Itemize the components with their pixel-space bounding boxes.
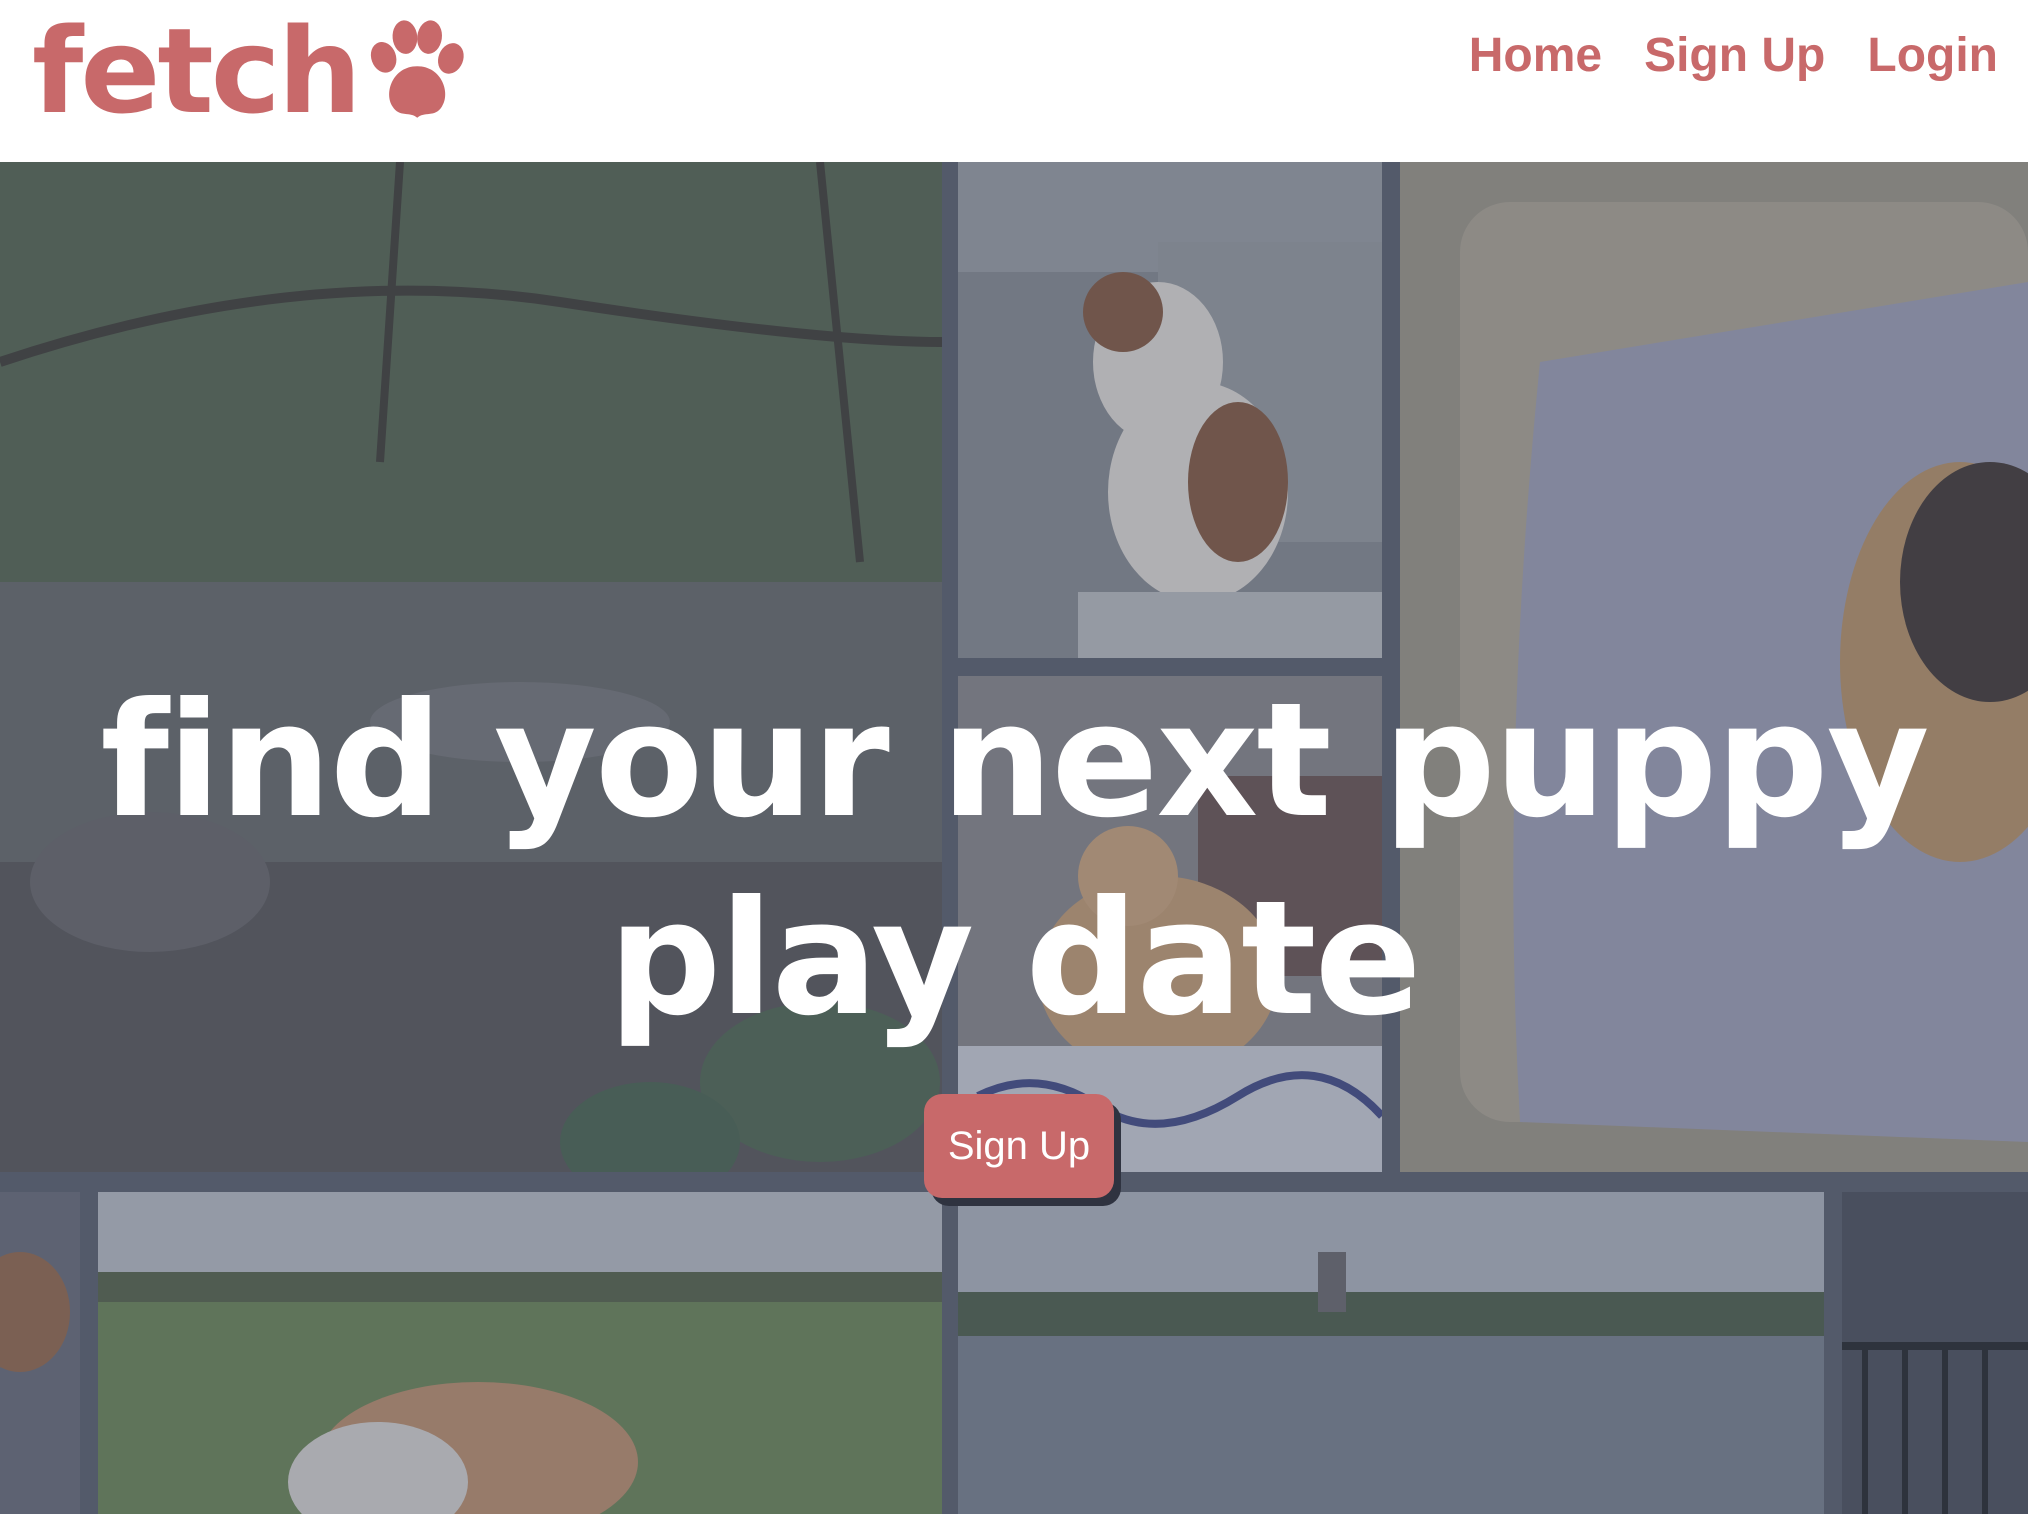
- nav-signup-link[interactable]: Sign Up: [1644, 28, 1825, 83]
- paw-icon: [370, 20, 464, 118]
- main-nav: Home Sign Up Login: [1469, 28, 1998, 83]
- signup-button[interactable]: Sign Up: [924, 1094, 1114, 1198]
- site-header: fetch Home Sign Up Login: [0, 0, 2028, 162]
- logo-text: fetch: [32, 2, 362, 140]
- hero-headline: find your next puppy play date: [0, 662, 2028, 1058]
- hero-headline-line1: find your next puppy: [100, 669, 1929, 853]
- nav-home-link[interactable]: Home: [1469, 28, 1602, 83]
- nav-login-link[interactable]: Login: [1867, 28, 1998, 83]
- logo[interactable]: fetch: [32, 6, 471, 136]
- hero-section: find your next puppy play date Sign Up: [0, 162, 2028, 1514]
- hero-headline-line2: play date: [608, 867, 1421, 1051]
